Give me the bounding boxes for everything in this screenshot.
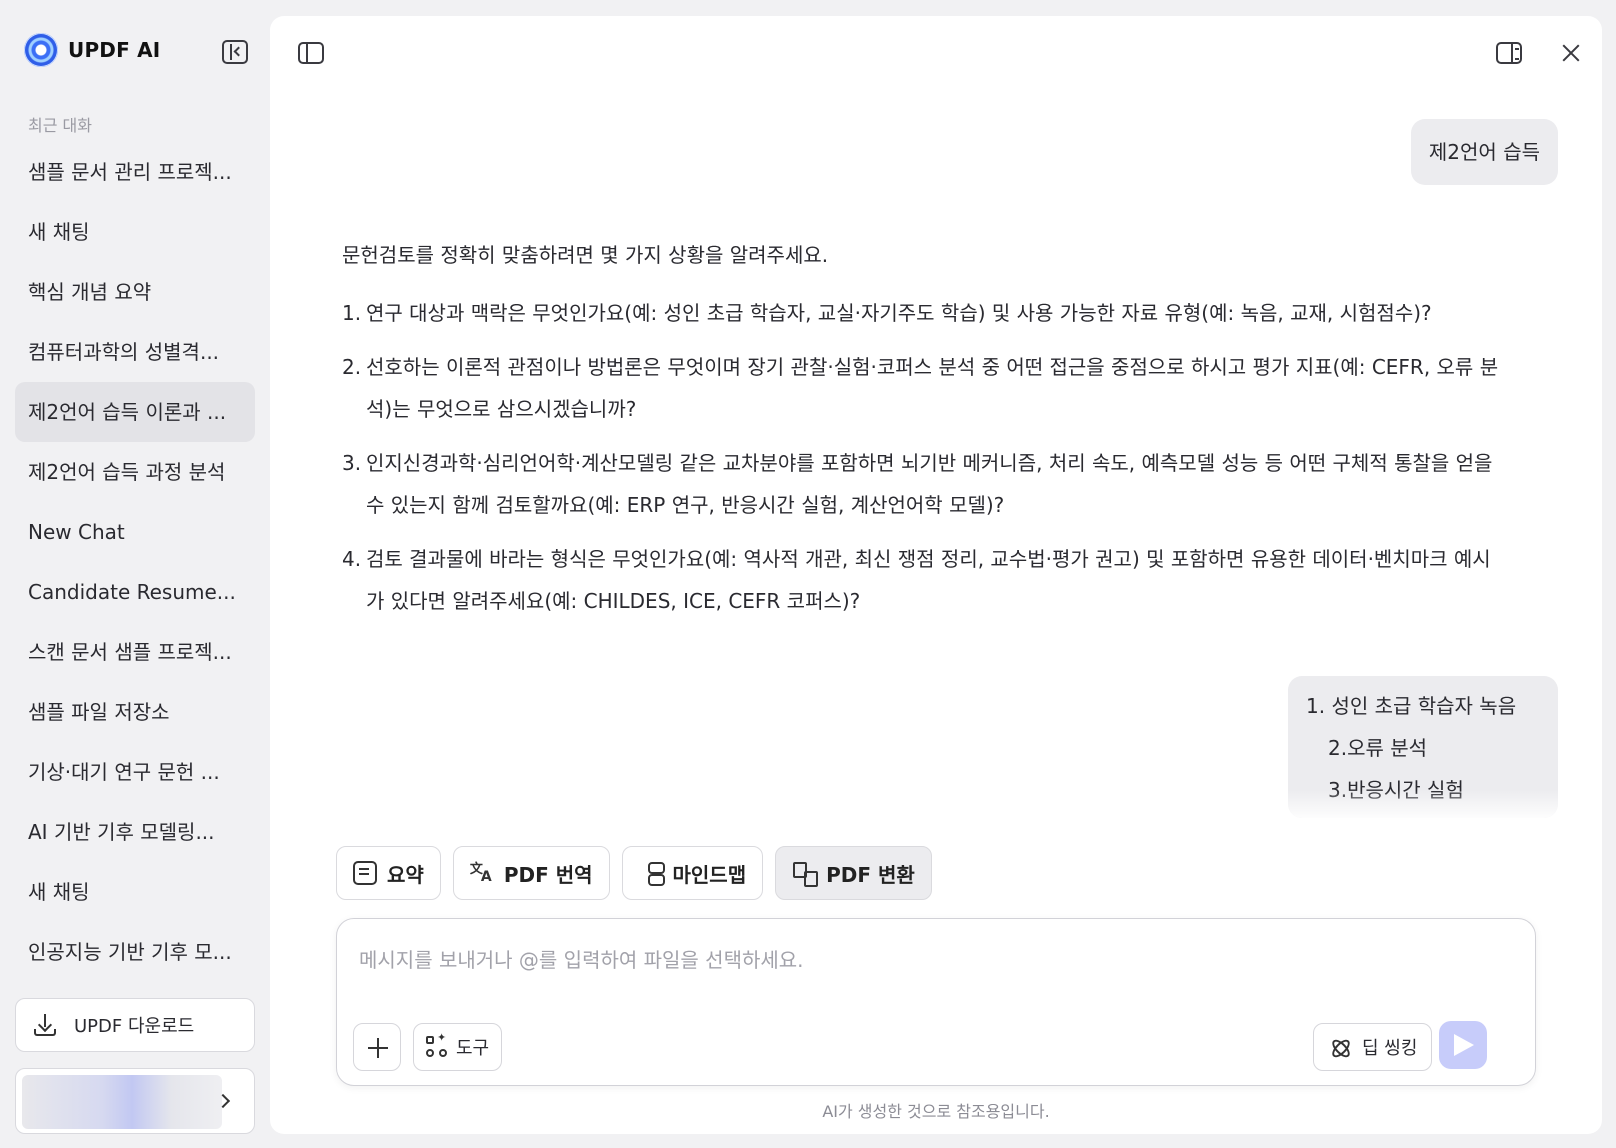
account-info-blurred xyxy=(22,1075,222,1129)
collapse-sidebar-icon[interactable] xyxy=(222,40,248,64)
recent-chats-label: 최근 대화 xyxy=(28,116,92,135)
list-item: 4. 검토 결과물에 바라는 형식은 무엇인가요(예: 역사적 개관, 최신 쟁점… xyxy=(342,547,1491,613)
quick-tools: 요약 PDF 번역 마인드맵 PDF 변환 xyxy=(336,846,932,900)
account-card[interactable] xyxy=(15,1068,255,1134)
message-composer: 도구 딥 씽킹 xyxy=(336,918,1536,1086)
convert-icon xyxy=(792,861,819,887)
pdf-translate-button[interactable]: PDF 번역 xyxy=(452,846,610,900)
history-item[interactable]: 새 채팅 xyxy=(15,202,255,262)
pdf-convert-button[interactable]: PDF 변환 xyxy=(775,846,932,900)
user-message: 제2언어 습득 xyxy=(1410,119,1558,185)
assistant-message: 문헌검토를 정확히 맞춤하려면 몇 가지 상황을 알려주세요. 1. 연구 대상과… xyxy=(342,238,1508,634)
tools-grid-icon xyxy=(426,1031,448,1058)
updf-logo-icon xyxy=(24,33,58,67)
history-item[interactable]: 스캔 문서 샘플 프로젝... xyxy=(15,622,255,682)
chat-panel: 제2언어 습득 문헌검토를 정확히 맞춤하려면 몇 가지 상황을 알려주세요. … xyxy=(270,16,1602,1134)
sidebar-toggle-icon[interactable] xyxy=(298,42,324,64)
assistant-question-list: 1. 연구 대상과 맥락은 무엇인가요(예: 성인 초급 학습자, 교실·자기주도… xyxy=(342,292,1508,622)
user-message-line: 3.반응시간 실험 xyxy=(1328,778,1464,802)
history-item[interactable]: 인공지능 기반 기후 모... xyxy=(15,922,255,982)
history-item-active[interactable]: 제2언어 습득 이론과 ... xyxy=(15,382,255,442)
summary-button[interactable]: 요약 xyxy=(336,846,441,900)
user-message: 1. 성인 초급 학습자 녹음 2.오류 분석 3.반응시간 실험 xyxy=(1288,676,1558,818)
split-view-icon[interactable] xyxy=(1496,42,1522,64)
brand[interactable]: UPDF AI xyxy=(24,32,160,68)
history-item[interactable]: 샘플 문서 관리 프로젝... xyxy=(15,142,255,202)
user-message-line: 2.오류 분석 xyxy=(1328,736,1428,760)
history-item[interactable]: 기상·대기 연구 문헌 ... xyxy=(15,742,255,802)
disclaimer-text: AI가 생성한 것으로 참조용입니다. xyxy=(822,1102,1050,1121)
assistant-intro: 문헌검토를 정확히 맞춤하려면 몇 가지 상황을 알려주세요. xyxy=(342,243,829,267)
mindmap-icon xyxy=(639,861,665,886)
chat-history-list: 샘플 문서 관리 프로젝... 새 채팅 핵심 개념 요약 컴퓨터과학의 성별격… xyxy=(15,142,255,982)
history-item[interactable]: AI 기반 기후 모델링... xyxy=(15,802,255,862)
add-attachment-button[interactable] xyxy=(353,1023,401,1071)
history-item[interactable]: Candidate Resume... xyxy=(15,562,255,622)
brand-name: UPDF AI xyxy=(68,38,161,62)
updf-download-button[interactable]: UPDF 다운로드 xyxy=(15,998,255,1052)
sidebar: UPDF AI 최근 대화 샘플 문서 관리 프로젝... 새 채팅 핵심 개념… xyxy=(0,0,266,1148)
close-icon[interactable] xyxy=(1558,40,1584,66)
history-item[interactable]: 제2언어 습득 과정 분석 xyxy=(15,442,255,502)
send-button[interactable] xyxy=(1439,1021,1487,1069)
message-input[interactable] xyxy=(359,945,1459,975)
deep-thinking-button[interactable]: 딥 씽킹 xyxy=(1313,1023,1433,1071)
list-item: 2. 선호하는 이론적 관점이나 방법론은 무엇이며 장기 관찰·실험·코퍼스 분… xyxy=(342,355,1499,421)
download-label: UPDF 다운로드 xyxy=(74,1016,195,1037)
atom-icon xyxy=(1328,1035,1352,1059)
history-item[interactable]: 컴퓨터과학의 성별격... xyxy=(15,322,255,382)
translate-icon xyxy=(470,858,494,885)
history-item[interactable]: 샘플 파일 저장소 xyxy=(15,682,255,742)
history-item[interactable]: 핵심 개념 요약 xyxy=(15,262,255,322)
mindmap-button[interactable]: 마인드맵 xyxy=(621,846,764,900)
tools-button[interactable]: 도구 xyxy=(413,1023,503,1071)
list-item: 1. 연구 대상과 맥락은 무엇인가요(예: 성인 초급 학습자, 교실·자기주도… xyxy=(342,301,1432,325)
history-item[interactable]: 새 채팅 xyxy=(15,862,255,922)
download-icon xyxy=(34,1014,56,1036)
history-item[interactable]: New Chat xyxy=(15,502,255,562)
user-message-line: 1. 성인 초급 학습자 녹음 xyxy=(1306,694,1517,718)
list-item: 3. 인지신경과학·심리언어학·계산모델링 같은 교차분야를 포함하면 뇌기반 메… xyxy=(342,451,1493,517)
summary-icon xyxy=(353,861,377,885)
